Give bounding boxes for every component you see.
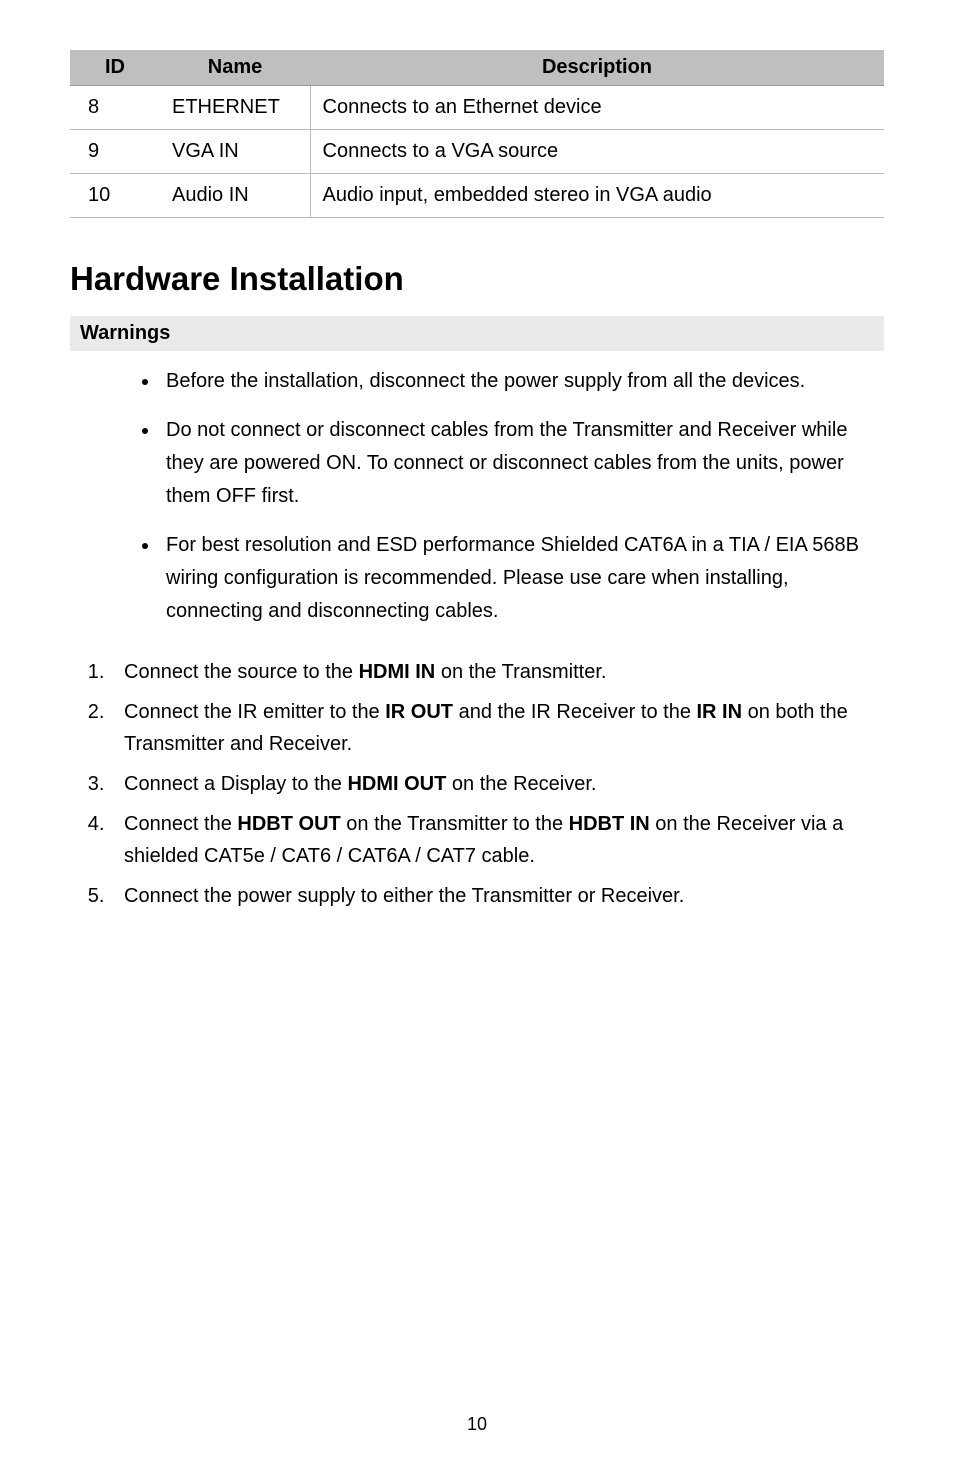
steps-list: Connect the source to the HDMI IN on the… (70, 656, 884, 912)
list-item: For best resolution and ESD performance … (160, 529, 884, 628)
table-row: 8 ETHERNET Connects to an Ethernet devic… (70, 86, 884, 130)
th-desc: Description (310, 50, 884, 86)
list-item: Connect the IR emitter to the IR OUT and… (110, 696, 884, 760)
list-item: Connect the source to the HDMI IN on the… (110, 656, 884, 688)
step-bold: HDMI OUT (347, 773, 446, 795)
list-item: Connect a Display to the HDMI OUT on the… (110, 768, 884, 800)
cell-id: 9 (70, 130, 160, 174)
step-text: Connect the power supply to either the T… (124, 885, 684, 907)
th-name: Name (160, 50, 310, 86)
step-bold: HDBT IN (569, 813, 650, 835)
step-text: and the IR Receiver to the (453, 701, 696, 723)
list-item: Connect the HDBT OUT on the Transmitter … (110, 808, 884, 872)
list-item: Connect the power supply to either the T… (110, 880, 884, 912)
cell-name: Audio IN (160, 174, 310, 218)
step-bold: IR IN (697, 701, 743, 723)
step-text: on the Receiver. (446, 773, 596, 795)
cell-desc: Audio input, embedded stereo in VGA audi… (310, 174, 884, 218)
page-number: 10 (0, 1414, 954, 1435)
cell-name: ETHERNET (160, 86, 310, 130)
spec-table: ID Name Description 8 ETHERNET Connects … (70, 50, 884, 218)
step-text: Connect a Display to the (124, 773, 347, 795)
list-item: Do not connect or disconnect cables from… (160, 414, 884, 513)
step-bold: IR OUT (385, 701, 453, 723)
cell-desc: Connects to a VGA source (310, 130, 884, 174)
cell-id: 10 (70, 174, 160, 218)
section-heading: Hardware Installation (70, 260, 884, 298)
cell-id: 8 (70, 86, 160, 130)
step-text: Connect the (124, 813, 237, 835)
cell-desc: Connects to an Ethernet device (310, 86, 884, 130)
step-text: on the Transmitter to the (341, 813, 569, 835)
step-text: Connect the source to the (124, 661, 359, 683)
table-row: 10 Audio IN Audio input, embedded stereo… (70, 174, 884, 218)
step-bold: HDMI IN (359, 661, 436, 683)
step-text: on the Transmitter. (435, 661, 606, 683)
list-item: Before the installation, disconnect the … (160, 365, 884, 398)
cell-name: VGA IN (160, 130, 310, 174)
table-row: 9 VGA IN Connects to a VGA source (70, 130, 884, 174)
step-bold: HDBT OUT (237, 813, 340, 835)
th-id: ID (70, 50, 160, 86)
warnings-list: Before the installation, disconnect the … (70, 365, 884, 628)
warnings-heading: Warnings (70, 316, 884, 351)
step-text: Connect the IR emitter to the (124, 701, 385, 723)
